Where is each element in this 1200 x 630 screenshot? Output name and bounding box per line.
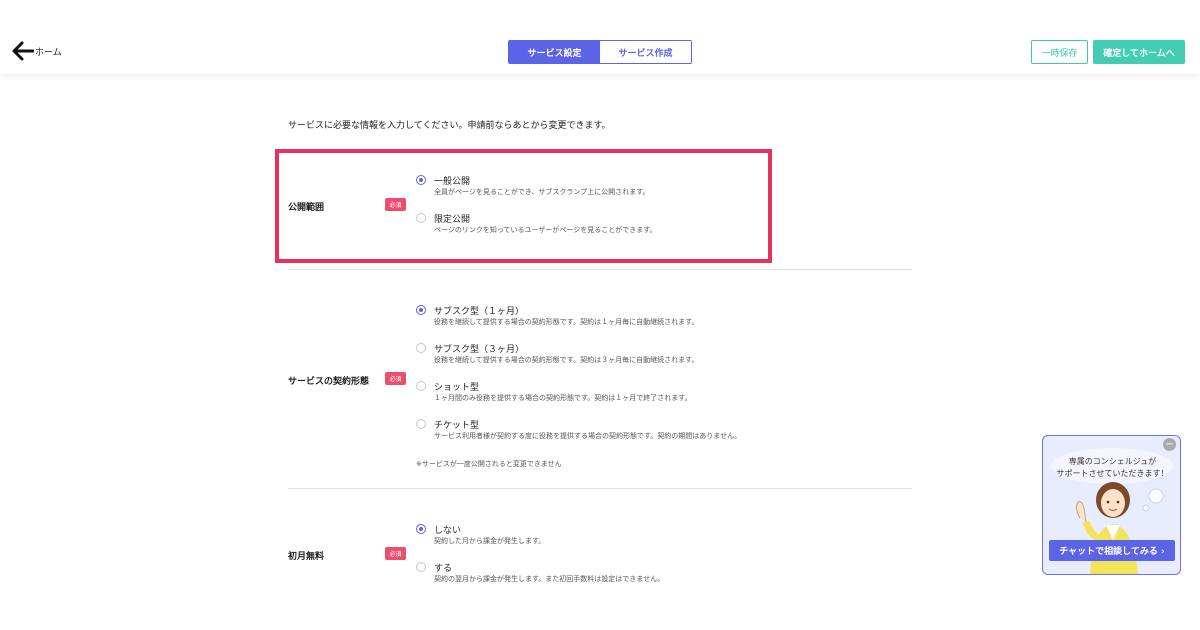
radio-sub3[interactable] xyxy=(416,343,426,353)
divider xyxy=(288,269,912,270)
option-desc: 契約の翌月から課金が発生します。また初回手数料は設定はできません。 xyxy=(434,575,665,583)
option-desc: 役務を継続して提供する場合の契約形態です。契約は３ヶ月毎に自動継続されます。 xyxy=(434,356,699,364)
save-draft-button[interactable]: 一時保存 xyxy=(1031,40,1088,64)
radio-public[interactable] xyxy=(416,175,426,185)
option-desc: 全員がページを見ることができ、サブスクランプ上に公開されます。 xyxy=(434,188,650,196)
contract-label: サービスの契約形態 xyxy=(288,377,370,387)
required-badge: 必須 xyxy=(385,372,406,385)
chat-message: 専属のコンシェルジュが サポートさせていただきます！ xyxy=(1043,456,1180,480)
option-title: サブスク型（１ヶ月） xyxy=(434,307,525,317)
option-desc: ページのリンクを知っているユーザーがページを見ることができます。 xyxy=(434,226,657,234)
divider xyxy=(288,488,912,489)
required-badge: 必須 xyxy=(385,198,406,211)
back-home-link[interactable]: ホーム xyxy=(12,41,62,61)
chat-line-1: 専属のコンシェルジュが xyxy=(1068,457,1157,466)
mode-tabs: サービス設定 サービス作成 xyxy=(508,40,692,64)
highlight-frame xyxy=(275,149,772,263)
first-month-label: 初月無料 xyxy=(288,552,325,562)
top-header: ホーム サービス設定 サービス作成 一時保存 確定してホームへ xyxy=(0,0,1200,74)
radio-sub1[interactable] xyxy=(416,305,426,315)
option-title: 限定公開 xyxy=(434,215,471,225)
option-desc: サービス利用者様が契約する度に役務を提供する場合の契約形態です。契約の期間はあり… xyxy=(434,432,742,440)
back-label: ホーム xyxy=(35,47,62,58)
radio-shot[interactable] xyxy=(416,381,426,391)
option-desc: １ヶ月間のみ役務を提供する場合の契約形態です。契約は１ヶ月で終了されます。 xyxy=(434,394,692,402)
radio-yes[interactable] xyxy=(416,562,426,572)
required-badge: 必須 xyxy=(385,547,406,560)
confirm-home-button[interactable]: 確定してホームへ xyxy=(1093,40,1185,64)
option-desc: 役務を継続して提供する場合の契約形態です。契約は１ヶ月毎に自動継続されます。 xyxy=(434,318,699,326)
option-desc: 契約した月から課金が発生します。 xyxy=(434,537,546,545)
option-title: サブスク型（３ヶ月） xyxy=(434,345,525,355)
chat-close-button[interactable]: − xyxy=(1163,438,1176,451)
radio-ticket[interactable] xyxy=(416,419,426,429)
visibility-label: 公開範囲 xyxy=(288,203,325,213)
radio-limited[interactable] xyxy=(416,213,426,223)
option-title: 一般公開 xyxy=(434,177,471,187)
chat-consult-button[interactable]: チャットで相談してみる › xyxy=(1049,540,1175,561)
radio-no[interactable] xyxy=(416,524,426,534)
arrow-left-icon xyxy=(12,41,34,61)
option-title: ショット型 xyxy=(434,383,480,393)
option-title: チケット型 xyxy=(434,421,480,431)
tab-service-creation[interactable]: サービス作成 xyxy=(600,41,691,63)
contract-note: ※サービスが一度公開されると変更できません xyxy=(416,460,562,468)
intro-text: サービスに必要な情報を入力してください。申請前ならあとから変更できます。 xyxy=(288,121,611,131)
tab-service-settings[interactable]: サービス設定 xyxy=(509,41,600,63)
option-title: しない xyxy=(434,526,462,536)
option-title: する xyxy=(434,564,453,574)
